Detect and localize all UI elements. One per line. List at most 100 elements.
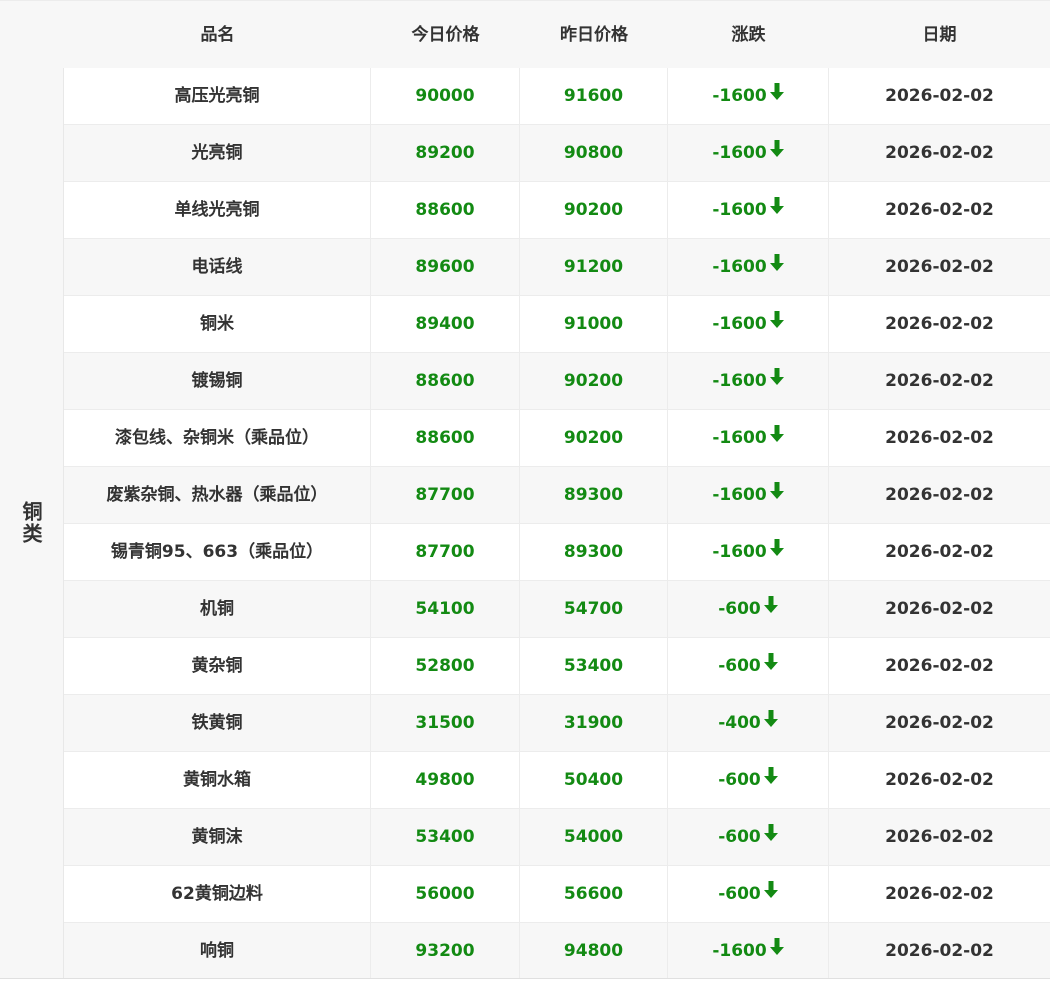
change-value: -600: [718, 770, 761, 790]
arrow-down-icon: [763, 808, 778, 864]
change-value: -600: [718, 599, 761, 619]
item-name: 黄铜沫: [64, 809, 371, 865]
arrow-down-icon: [769, 352, 784, 408]
price-change: -1600: [668, 182, 829, 238]
price-date: 2026-02-02: [885, 941, 994, 961]
arrow-down-icon: [769, 67, 784, 123]
price-change: -1600: [668, 296, 829, 352]
today-price: 87700: [371, 524, 520, 580]
change-value: -1600: [712, 428, 767, 448]
arrow-down-icon: [763, 637, 778, 693]
price-date: 2026-02-02: [885, 143, 994, 163]
yesterday-price: 54700: [520, 581, 668, 637]
change-value: -400: [718, 713, 761, 733]
today-price: 93200: [371, 923, 520, 979]
today-price: 49800: [371, 752, 520, 808]
price-change: -600: [668, 809, 829, 865]
change-value: -1600: [712, 941, 767, 961]
price-change: -1600: [668, 353, 829, 409]
price-change: -600: [668, 581, 829, 637]
yesterday-price: 56600: [520, 866, 668, 922]
arrow-down-icon: [769, 922, 784, 978]
yesterday-price: 90800: [520, 125, 668, 181]
yesterday-price: 91200: [520, 239, 668, 295]
item-name: 62黄铜边料: [64, 866, 371, 922]
table-row: 漆包线、杂铜米（乘品位） 88600 90200 -1600 2026-02-02: [64, 410, 1050, 467]
change-value: -1600: [712, 200, 767, 220]
arrow-down-icon: [769, 409, 784, 465]
yesterday-price: 89300: [520, 524, 668, 580]
change-value: -1600: [712, 314, 767, 334]
table-header: 品名 今日价格 昨日价格 涨跌 日期: [0, 0, 1050, 68]
header-date: 日期: [922, 25, 957, 45]
yesterday-price: 89300: [520, 467, 668, 523]
today-price: 52800: [371, 638, 520, 694]
header-change: 涨跌: [731, 25, 766, 45]
yesterday-price: 91600: [520, 68, 668, 124]
table-row: 黄铜水箱 49800 50400 -600 2026-02-02: [64, 752, 1050, 809]
price-date: 2026-02-02: [885, 599, 994, 619]
arrow-down-icon: [763, 694, 778, 750]
table-row: 铁黄铜 31500 31900 -400 2026-02-02: [64, 695, 1050, 752]
today-price: 89200: [371, 125, 520, 181]
item-name: 铁黄铜: [64, 695, 371, 751]
today-price: 89600: [371, 239, 520, 295]
item-name: 黄铜水箱: [64, 752, 371, 808]
price-change: -1600: [668, 923, 829, 979]
change-value: -600: [718, 827, 761, 847]
item-name: 单线光亮铜: [64, 182, 371, 238]
category-cell: 铜类: [0, 68, 64, 978]
price-change: -600: [668, 638, 829, 694]
price-change: -600: [668, 752, 829, 808]
table-row: 单线光亮铜 88600 90200 -1600 2026-02-02: [64, 182, 1050, 239]
item-name: 镀锡铜: [64, 353, 371, 409]
table-row: 响铜 93200 94800 -1600 2026-02-02: [64, 923, 1050, 980]
item-name: 高压光亮铜: [64, 68, 371, 124]
change-value: -1600: [712, 86, 767, 106]
yesterday-price: 94800: [520, 923, 668, 979]
yesterday-price: 91000: [520, 296, 668, 352]
change-value: -600: [718, 656, 761, 676]
price-change: -600: [668, 866, 829, 922]
today-price: 88600: [371, 410, 520, 466]
table-row: 镀锡铜 88600 90200 -1600 2026-02-02: [64, 353, 1050, 410]
yesterday-price: 54000: [520, 809, 668, 865]
today-price: 31500: [371, 695, 520, 751]
table-row: 机铜 54100 54700 -600 2026-02-02: [64, 581, 1050, 638]
table-row: 62黄铜边料 56000 56600 -600 2026-02-02: [64, 866, 1050, 923]
table-row: 铜米 89400 91000 -1600 2026-02-02: [64, 296, 1050, 353]
item-name: 响铜: [64, 923, 371, 979]
change-value: -1600: [712, 542, 767, 562]
today-price: 88600: [371, 353, 520, 409]
change-value: -1600: [712, 371, 767, 391]
arrow-down-icon: [769, 523, 784, 579]
table-row: 黄杂铜 52800 53400 -600 2026-02-02: [64, 638, 1050, 695]
change-value: -1600: [712, 485, 767, 505]
today-price: 53400: [371, 809, 520, 865]
table-row: 废紫杂铜、热水器（乘品位） 87700 89300 -1600 2026-02-02: [64, 467, 1050, 524]
arrow-down-icon: [763, 580, 778, 636]
header-name: 品名: [200, 25, 235, 45]
yesterday-price: 31900: [520, 695, 668, 751]
arrow-down-icon: [769, 295, 784, 351]
change-value: -600: [718, 884, 761, 904]
today-price: 90000: [371, 68, 520, 124]
today-price: 89400: [371, 296, 520, 352]
yesterday-price: 90200: [520, 353, 668, 409]
today-price: 87700: [371, 467, 520, 523]
item-name: 废紫杂铜、热水器（乘品位）: [64, 467, 371, 523]
today-price: 56000: [371, 866, 520, 922]
change-value: -1600: [712, 143, 767, 163]
arrow-down-icon: [763, 751, 778, 807]
price-date: 2026-02-02: [885, 86, 994, 106]
item-name: 铜米: [64, 296, 371, 352]
header-yesterday-price: 昨日价格: [560, 25, 628, 45]
price-date: 2026-02-02: [885, 200, 994, 220]
price-date: 2026-02-02: [885, 371, 994, 391]
price-date: 2026-02-02: [885, 656, 994, 676]
table-row: 黄铜沫 53400 54000 -600 2026-02-02: [64, 809, 1050, 866]
change-value: -1600: [712, 257, 767, 277]
arrow-down-icon: [769, 238, 784, 294]
price-change: -400: [668, 695, 829, 751]
yesterday-price: 90200: [520, 182, 668, 238]
